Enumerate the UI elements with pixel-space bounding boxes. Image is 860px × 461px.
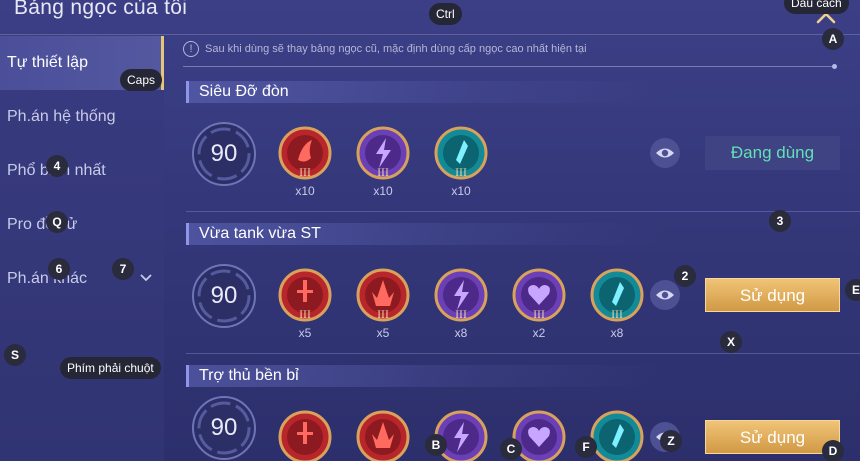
chevron-down-icon xyxy=(140,274,152,282)
svg-text:III: III xyxy=(299,168,311,179)
key-hint-space: Dấu cách xyxy=(784,0,849,14)
level-badge: 90 xyxy=(191,263,257,329)
sword-icon xyxy=(278,410,332,461)
rune-slot[interactable]: III x10 xyxy=(434,126,488,198)
svg-text:III: III xyxy=(377,168,389,179)
key-hint-a: A xyxy=(822,28,844,50)
use-button[interactable]: Sử dụng xyxy=(705,278,840,312)
key-hint-3: 3 xyxy=(769,210,791,232)
sidebar-item-label: Tự thiết lập xyxy=(7,54,88,71)
sidebar-item-system[interactable]: Ph.án hệ thống xyxy=(0,90,164,144)
svg-text:III: III xyxy=(299,310,311,321)
rune-slot[interactable]: III x8 xyxy=(434,268,488,340)
key-hint-b: B xyxy=(425,434,447,456)
rune-slot[interactable]: III x10 xyxy=(278,126,332,198)
key-hint-2: 2 xyxy=(674,265,696,287)
rune-slot[interactable] xyxy=(590,410,644,461)
header-divider xyxy=(0,34,860,35)
flame-icon: III xyxy=(356,268,410,322)
rune-slot[interactable] xyxy=(356,410,410,461)
svg-text:III: III xyxy=(611,310,623,321)
info-icon: ! xyxy=(183,41,199,57)
key-hint-7: 7 xyxy=(112,258,134,280)
key-hint-x: X xyxy=(720,331,742,353)
rune-count: x5 xyxy=(298,326,312,340)
rune-page-title: Trợ thủ bền bỉ xyxy=(186,365,666,387)
sidebar-item-other[interactable]: Ph.án khác xyxy=(0,252,164,306)
rune-slot[interactable] xyxy=(278,410,332,461)
key-hint-d: D xyxy=(822,440,844,461)
key-hint-z: Z xyxy=(660,430,682,452)
rune-slot[interactable]: III x8 xyxy=(590,268,644,340)
key-hint-q: Q xyxy=(46,211,68,233)
rune-page-title: Siêu Đỡ đòn xyxy=(186,81,666,103)
eye-icon xyxy=(656,148,674,158)
level-value: 90 xyxy=(210,282,238,309)
level-badge: 90 xyxy=(191,121,257,187)
level-value: 90 xyxy=(210,414,238,441)
section-divider xyxy=(186,353,860,354)
page-title: Bảng ngọc của tôi xyxy=(14,0,188,19)
sidebar-item-label: Ph.án hệ thống xyxy=(7,108,116,125)
key-hint-s: S xyxy=(4,344,26,366)
crystal-icon: III xyxy=(590,268,644,322)
key-hint-ctrl: Ctrl xyxy=(429,3,462,25)
claw-icon: III xyxy=(278,126,332,180)
key-hint-e: E xyxy=(845,279,860,301)
crystal-icon: III xyxy=(434,126,488,180)
key-hint-caps: Caps xyxy=(120,69,163,91)
rune-count: x2 xyxy=(532,326,546,340)
in-use-status: Đang dùng xyxy=(705,136,840,170)
rune-count: x10 xyxy=(451,184,471,198)
rune-slot[interactable]: III x10 xyxy=(356,126,410,198)
svg-text:III: III xyxy=(533,310,545,321)
key-hint-f: F xyxy=(575,436,597,458)
level-badge: 90 xyxy=(191,395,257,461)
rune-count: x8 xyxy=(454,326,468,340)
preview-button[interactable] xyxy=(650,280,680,310)
notice-text: Sau khi dùng sẽ thay bảng ngọc cũ, mặc đ… xyxy=(205,42,587,55)
rune-count: x10 xyxy=(373,184,393,198)
lightning-icon: III xyxy=(434,268,488,322)
notice-divider xyxy=(183,66,835,67)
sidebar: Tự thiết lập Ph.án hệ thống Phổ biến nhấ… xyxy=(0,36,164,461)
svg-text:III: III xyxy=(377,310,389,321)
lightning-icon: III xyxy=(356,126,410,180)
key-hint-c: C xyxy=(500,438,522,460)
section-divider xyxy=(186,211,860,212)
eye-icon xyxy=(656,290,674,300)
divider-end-dot xyxy=(832,64,837,69)
heart-icon: III xyxy=(512,268,566,322)
sidebar-item-pro[interactable]: Pro đề cử xyxy=(0,198,164,252)
sword-icon: III xyxy=(278,268,332,322)
sidebar-item-popular[interactable]: Phổ biến nhất xyxy=(0,144,164,198)
rune-page-title: Vừa tank vừa ST xyxy=(186,223,666,245)
svg-text:III: III xyxy=(455,168,467,179)
key-hint-6: 6 xyxy=(48,258,70,280)
key-hint-right-click: Phím phải chuột xyxy=(60,357,161,379)
rune-slot[interactable]: III x5 xyxy=(278,268,332,340)
rune-count: x8 xyxy=(610,326,624,340)
key-hint-4: 4 xyxy=(46,155,68,177)
rune-count: x5 xyxy=(376,326,390,340)
notice: ! Sau khi dùng sẽ thay bảng ngọc cũ, mặc … xyxy=(183,41,587,57)
preview-button[interactable] xyxy=(650,138,680,168)
rune-slot[interactable]: III x5 xyxy=(356,268,410,340)
rune-slot[interactable]: III x2 xyxy=(512,268,566,340)
rune-count: x10 xyxy=(295,184,315,198)
use-button[interactable]: Sử dụng xyxy=(705,420,840,454)
svg-text:III: III xyxy=(455,310,467,321)
sidebar-item-label: Ph.án khác xyxy=(7,270,88,287)
flame-icon xyxy=(356,410,410,461)
level-value: 90 xyxy=(210,140,238,167)
crystal-icon xyxy=(590,410,644,461)
